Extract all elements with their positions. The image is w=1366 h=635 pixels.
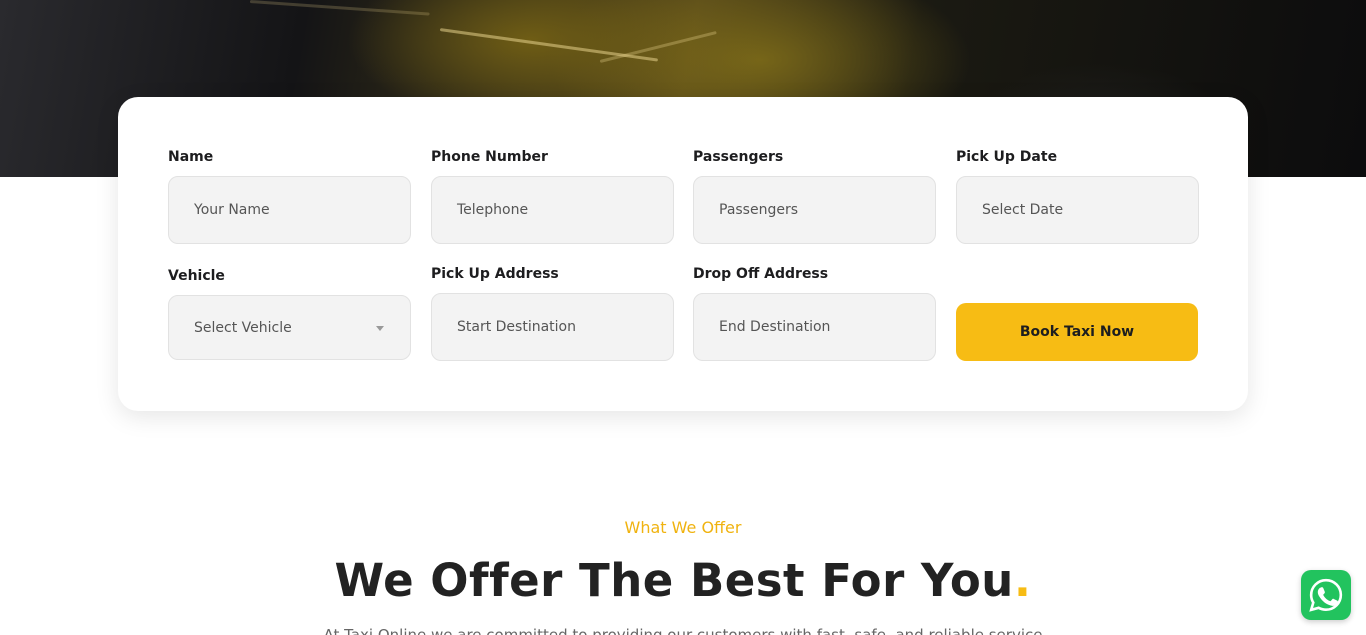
pickup-address-input[interactable]: Start Destination bbox=[431, 293, 674, 361]
phone-field-group: Phone Number Telephone bbox=[431, 148, 674, 244]
vehicle-select[interactable]: Select Vehicle bbox=[168, 295, 411, 360]
whatsapp-button[interactable] bbox=[1301, 570, 1351, 620]
phone-label: Phone Number bbox=[431, 149, 548, 165]
dropoff-address-input[interactable]: End Destination bbox=[693, 293, 936, 361]
passengers-field-group: Passengers Passengers bbox=[693, 148, 936, 244]
name-label: Name bbox=[168, 149, 214, 165]
pickup-date-input[interactable]: Select Date bbox=[956, 176, 1199, 244]
headline-text: We Offer The Best For You bbox=[334, 554, 1014, 607]
passengers-input[interactable]: Passengers bbox=[693, 176, 936, 244]
dropoff-address-field-group: Drop Off Address End Destination bbox=[693, 265, 936, 361]
section-headline: We Offer The Best For You. bbox=[0, 554, 1366, 607]
dropoff-address-label: Drop Off Address bbox=[693, 266, 829, 282]
vehicle-label: Vehicle bbox=[168, 268, 225, 284]
pickup-date-label: Pick Up Date bbox=[956, 149, 1058, 165]
whatsapp-icon bbox=[1309, 578, 1343, 612]
vehicle-field-group: Vehicle Select Vehicle bbox=[168, 267, 411, 360]
caret-down-icon bbox=[376, 326, 384, 331]
book-taxi-button[interactable]: Book Taxi Now bbox=[956, 303, 1198, 361]
name-field-group: Name Your Name bbox=[168, 148, 411, 244]
name-input[interactable]: Your Name bbox=[168, 176, 411, 244]
passengers-label: Passengers bbox=[693, 149, 784, 165]
section-subtext: At Taxi Online we are committed to provi… bbox=[323, 626, 1043, 635]
phone-input[interactable]: Telephone bbox=[431, 176, 674, 244]
pickup-date-field-group: Pick Up Date Select Date bbox=[956, 148, 1199, 244]
pickup-address-field-group: Pick Up Address Start Destination bbox=[431, 265, 674, 361]
headline-dot: . bbox=[1013, 554, 1032, 607]
pickup-address-label: Pick Up Address bbox=[431, 266, 559, 282]
vehicle-select-value: Select Vehicle bbox=[194, 319, 292, 336]
booking-form-card: Name Your Name Phone Number Telephone Pa… bbox=[118, 97, 1248, 411]
section-kicker: What We Offer bbox=[624, 518, 742, 537]
